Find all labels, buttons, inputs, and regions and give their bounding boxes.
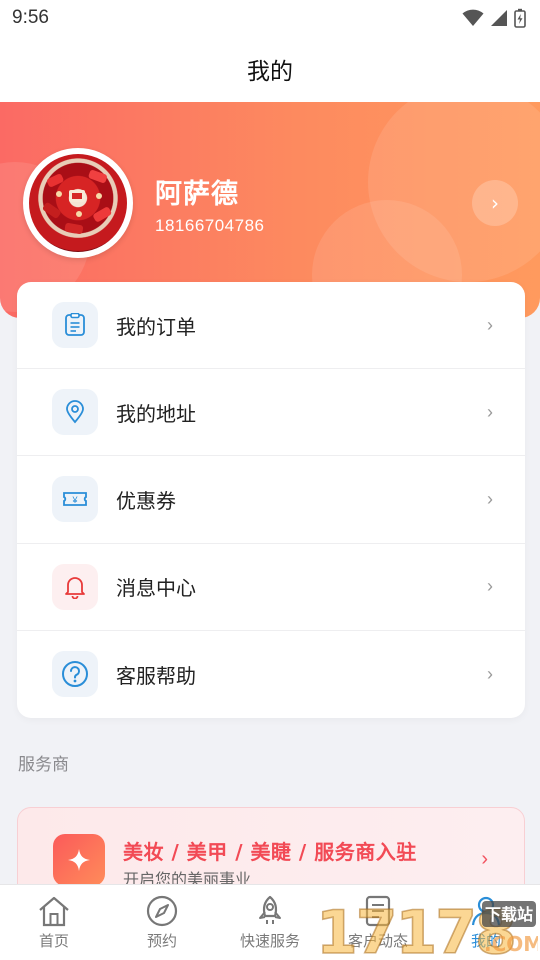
menu-item-label: 客服帮助	[116, 663, 196, 688]
chevron-right-icon: ›	[487, 663, 493, 684]
chevron-right-icon: ›	[487, 314, 493, 335]
sparkle-icon	[53, 834, 105, 886]
tab-customer-updates[interactable]: 客户动态	[324, 885, 432, 960]
chevron-right-icon: ›	[491, 191, 499, 215]
chevron-right-icon: ›	[481, 848, 488, 870]
status-time: 9:56	[12, 7, 49, 28]
profile-detail-button[interactable]: ›	[472, 180, 518, 226]
avatar[interactable]	[23, 148, 133, 258]
menu-item-label: 我的订单	[116, 314, 196, 339]
phone-number: 18166704786	[155, 216, 265, 235]
menu-item-coupons[interactable]: ¥ 优惠券 ›	[17, 456, 525, 544]
help-circle-icon	[52, 651, 98, 698]
rocket-icon	[259, 895, 281, 924]
chevron-right-icon: ›	[487, 488, 493, 509]
menu-item-label: 我的地址	[116, 401, 196, 426]
promo-title: 美妆 / 美甲 / 美睫 / 服务商入驻	[123, 840, 417, 864]
chevron-right-icon: ›	[487, 576, 493, 597]
tab-quick-service[interactable]: 快速服务	[216, 885, 324, 960]
tab-label: 预约	[146, 932, 177, 950]
document-icon	[365, 895, 391, 927]
order-list-icon	[52, 302, 98, 349]
compass-icon	[146, 895, 178, 927]
tab-mine[interactable]: 我的	[432, 885, 540, 960]
title-bar: 我的	[0, 36, 540, 102]
menu-item-label: 消息中心	[116, 576, 196, 601]
location-pin-icon	[52, 389, 98, 436]
tab-label: 首页	[38, 932, 69, 950]
menu-item-address[interactable]: 我的地址 ›	[17, 369, 525, 457]
section-label-providers: 服务商	[18, 755, 69, 775]
tab-label: 客户动态	[347, 932, 408, 950]
svg-text:¥: ¥	[71, 495, 78, 505]
bottom-tab-bar: 首页 预约 快速服务 客户动态 我的	[0, 884, 540, 960]
avatar-image	[29, 154, 127, 252]
user-icon	[471, 896, 501, 926]
tab-booking[interactable]: 预约	[108, 885, 216, 960]
menu-item-help[interactable]: 客服帮助 ›	[17, 631, 525, 718]
system-icons	[462, 8, 526, 28]
tab-label: 我的	[470, 932, 501, 950]
menu-item-label: 优惠券	[116, 488, 176, 513]
chevron-right-icon: ›	[487, 401, 493, 422]
page-title: 我的	[247, 59, 293, 85]
tab-label: 快速服务	[239, 932, 300, 950]
battery-icon	[514, 8, 526, 28]
wifi-icon	[462, 9, 484, 26]
menu-item-messages[interactable]: 消息中心 ›	[17, 544, 525, 631]
menu-item-orders[interactable]: 我的订单 ›	[17, 282, 525, 370]
home-icon	[39, 896, 69, 927]
bell-icon	[52, 563, 98, 610]
tab-home[interactable]: 首页	[0, 885, 108, 960]
status-bar: 9:56	[0, 0, 540, 36]
signal-icon	[491, 10, 507, 26]
username: 阿萨德	[155, 179, 239, 210]
menu-card: 我的订单 › 我的地址 › ¥ 优惠券 › 消息中心 › 客服帮助 ›	[17, 282, 525, 718]
coupon-icon: ¥	[52, 476, 98, 523]
